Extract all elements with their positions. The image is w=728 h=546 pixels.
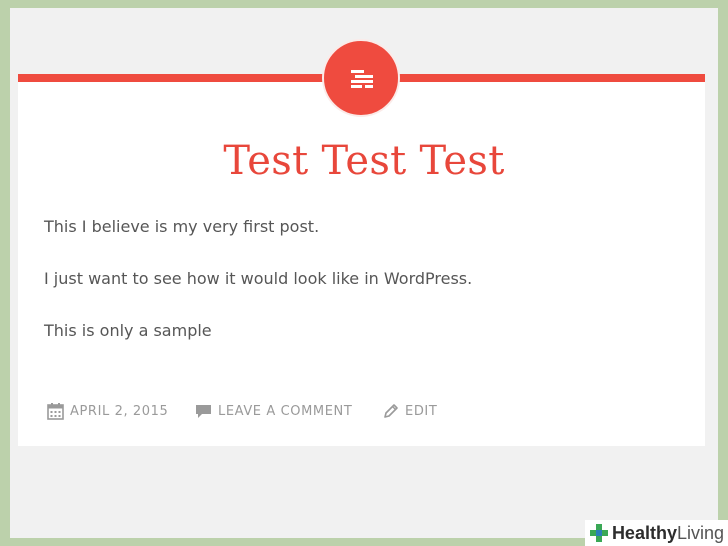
- post-paragraph: This I believe is my very first post.: [44, 217, 320, 236]
- health-cross-icon: [589, 524, 608, 542]
- calendar-icon: [47, 402, 64, 420]
- watermark-text-healthy: Healthy: [611, 522, 677, 543]
- post-paragraph: I just want to see how it would look lik…: [44, 269, 473, 288]
- edit-post-link[interactable]: EDIT: [382, 400, 437, 422]
- post-title[interactable]: Test Test Test: [0, 133, 728, 189]
- healthy-living-watermark: Healthy Living: [584, 520, 728, 546]
- watermark-text-living: Living: [676, 522, 724, 543]
- post-date[interactable]: APRIL 2, 2015: [70, 404, 168, 419]
- speech-bubble-icon: [196, 404, 211, 418]
- post-paragraph: This is only a sample: [44, 321, 212, 340]
- leave-comment-link[interactable]: LEAVE A COMMENT: [195, 400, 352, 422]
- edit-label[interactable]: EDIT: [405, 404, 437, 419]
- post-date-link[interactable]: APRIL 2, 2015: [47, 400, 168, 422]
- leave-comment-label[interactable]: LEAVE A COMMENT: [218, 404, 352, 419]
- pencil-icon: [384, 403, 398, 418]
- standard-post-format-icon: [351, 70, 373, 88]
- post-format-badge: [322, 39, 400, 117]
